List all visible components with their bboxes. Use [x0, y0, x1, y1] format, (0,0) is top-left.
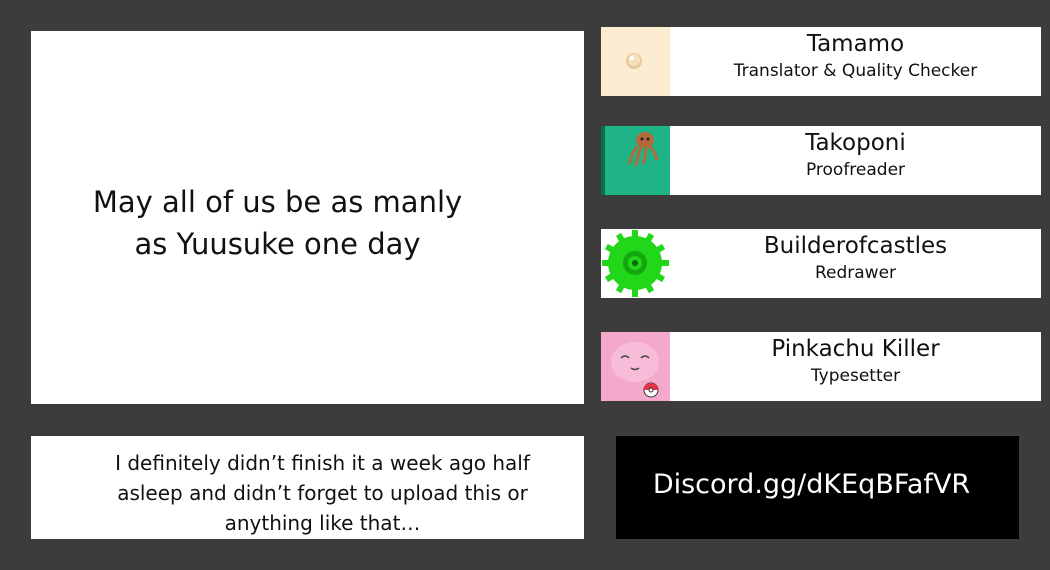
credit-role: Proofreader: [805, 160, 906, 180]
credit-card-tamamo: Tamamo Translator & Quality Checker: [601, 27, 1041, 96]
note-panel: I definitely didn’t finish it a week ago…: [31, 436, 584, 539]
note-message: I definitely didn’t finish it a week ago…: [91, 448, 554, 538]
octopus-avatar: [601, 126, 670, 195]
discord-invite-link[interactable]: Discord.gg/dKEqBFafVR: [616, 466, 1019, 504]
credit-name: Tamamo: [806, 31, 905, 57]
main-message-line: May all of us be as manly: [92, 185, 463, 219]
pink-creature-avatar: [601, 332, 670, 401]
credit-card-builderofcastles: Builderofcastles Redrawer: [601, 229, 1041, 298]
credit-role: Translator & Quality Checker: [733, 61, 978, 81]
green-gear-avatar: [601, 229, 670, 298]
main-message-panel: May all of us be as manly as Yuusuke one…: [31, 31, 584, 404]
credit-card-takoponi: Takoponi Proofreader: [601, 126, 1041, 195]
discord-invite-panel: Discord.gg/dKEqBFafVR: [616, 436, 1019, 539]
note-line: asleep and didn’t forget to upload this …: [117, 481, 528, 505]
cream-ball-avatar: [601, 27, 670, 96]
credit-card-pinkachu-killer: Pinkachu Killer Typesetter: [601, 332, 1041, 401]
credit-name: Takoponi: [805, 130, 906, 156]
note-line: I definitely didn’t finish it a week ago…: [115, 451, 530, 475]
main-message-line: as Yuusuke one day: [134, 227, 421, 261]
credit-role: Typesetter: [810, 366, 901, 386]
note-line: anything like that…: [224, 511, 421, 535]
credit-name: Pinkachu Killer: [771, 336, 940, 362]
main-message: May all of us be as manly as Yuusuke one…: [31, 181, 584, 265]
credit-role: Redrawer: [814, 263, 897, 283]
credit-name: Builderofcastles: [763, 233, 948, 259]
